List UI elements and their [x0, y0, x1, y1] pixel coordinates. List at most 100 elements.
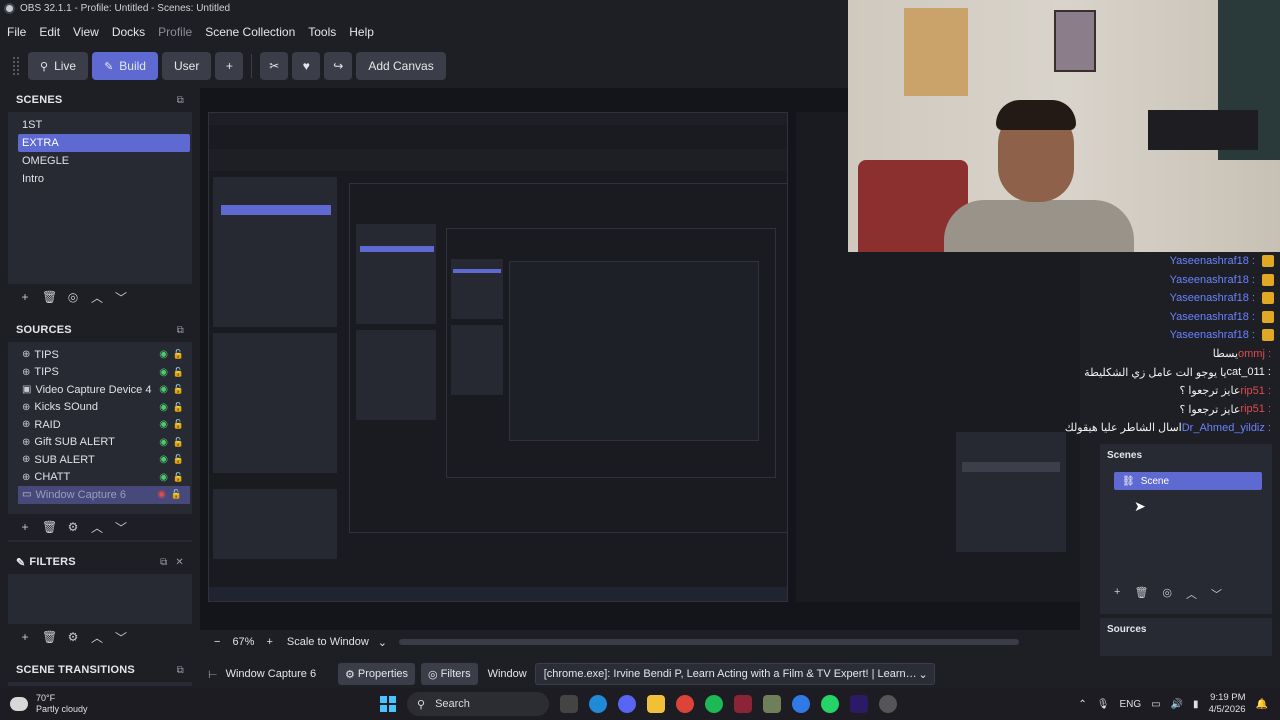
live-button[interactable]: ⚲ Live [28, 52, 89, 80]
horizontal-scrollbar[interactable] [398, 639, 1019, 645]
volume-icon[interactable]: 🔊 [1171, 699, 1183, 710]
source-item-selected[interactable]: ▭ Window Capture 6 ◉ 🔓 [18, 486, 190, 504]
add-filter-button[interactable]: + [18, 630, 32, 644]
zoom-in-button[interactable]: + [260, 636, 278, 648]
discord-icon[interactable] [618, 695, 636, 713]
lock-icon[interactable]: 🔓 [173, 472, 184, 483]
battery-icon[interactable]: ▮ [1193, 699, 1199, 710]
menu-docks[interactable]: Docks [106, 25, 151, 39]
user-button[interactable]: User [161, 52, 212, 80]
source-properties-button[interactable]: ⚙ [66, 520, 80, 534]
lock-icon[interactable]: 🔓 [173, 367, 184, 378]
scene-item[interactable]: 1ST [8, 116, 192, 134]
browser-icon[interactable] [792, 695, 810, 713]
remove-scene-button[interactable]: 🗑 [1134, 586, 1148, 602]
source-item[interactable]: ⊕ TIPS ◉ 🔓 [8, 346, 192, 364]
move-down-button[interactable]: ﹀ [114, 629, 128, 646]
visibility-icon[interactable]: ◉ [159, 367, 168, 378]
remove-scene-button[interactable]: 🗑 [42, 290, 57, 304]
visibility-icon[interactable]: ◉ [159, 454, 168, 465]
lock-icon[interactable]: 🔓 [171, 489, 182, 500]
lock-icon[interactable]: 🔓 [173, 402, 184, 413]
scene-filters-button[interactable]: ◎ [1162, 586, 1172, 602]
visibility-icon[interactable]: ◉ [159, 349, 168, 360]
obs-icon[interactable] [879, 695, 897, 713]
share-button[interactable]: ↪ [324, 52, 353, 80]
chevron-up-icon[interactable]: ⌃ [1078, 699, 1086, 710]
visibility-icon[interactable]: ◉ [157, 489, 166, 500]
float-icon[interactable]: ⧉ [177, 665, 184, 676]
zoom-out-button[interactable]: − [208, 636, 226, 648]
whatsapp-icon[interactable] [821, 695, 839, 713]
notification-icon[interactable]: 🔔 [1256, 699, 1268, 710]
tools-button[interactable]: ✂ [260, 52, 289, 80]
premiere-icon[interactable] [850, 695, 868, 713]
favorite-button[interactable]: ♥ [292, 52, 321, 80]
source-item[interactable]: ▣ Video Capture Device 4 ◉ 🔓 [8, 381, 192, 399]
visibility-icon[interactable]: ◉ [159, 402, 168, 413]
float-icon[interactable]: ⧉ [177, 95, 184, 106]
add-scene-button[interactable]: + [18, 290, 32, 304]
add-canvas-button[interactable]: Add Canvas [356, 52, 446, 80]
add-source-button[interactable]: + [18, 520, 32, 534]
move-down-button[interactable]: ﹀ [114, 519, 128, 536]
clock[interactable]: 9:19 PM 4/5/2026 [1209, 692, 1246, 716]
scene-item-selected[interactable]: EXTRA [18, 134, 190, 152]
spotify-icon[interactable] [705, 695, 723, 713]
move-up-button[interactable]: ︿ [90, 629, 104, 646]
visibility-icon[interactable]: ◉ [159, 472, 168, 483]
visibility-icon[interactable]: ◉ [159, 437, 168, 448]
lock-icon[interactable]: 🔓 [173, 437, 184, 448]
move-down-button[interactable]: ﹀ [114, 289, 128, 306]
move-up-button[interactable]: ︿ [1186, 586, 1197, 602]
lock-icon[interactable]: 🔓 [173, 454, 184, 465]
float-icon[interactable]: ⧉ [160, 557, 167, 568]
filters-button[interactable]: ◎ Filters [421, 663, 478, 685]
right-scene-item[interactable]: ⛓ Scene [1114, 472, 1262, 490]
taskbar-search[interactable]: ⚲ Search [407, 692, 549, 716]
menu-scene-collection[interactable]: Scene Collection [199, 25, 301, 39]
lock-icon[interactable]: 🔓 [173, 384, 184, 395]
visibility-icon[interactable]: ◉ [159, 384, 168, 395]
menu-view[interactable]: View [67, 25, 105, 39]
app-icon[interactable] [734, 695, 752, 713]
source-item[interactable]: ⊕ RAID ◉ 🔓 [8, 416, 192, 434]
scale-mode-select[interactable]: Scale to Window ⌄ [287, 636, 387, 649]
menu-help[interactable]: Help [343, 25, 380, 39]
add-mode-button[interactable]: + [215, 52, 244, 80]
scene-item[interactable]: Intro [8, 170, 192, 188]
scene-item[interactable]: OMEGLE [8, 152, 192, 170]
add-scene-button[interactable]: + [1114, 586, 1120, 602]
language-indicator[interactable]: ENG [1119, 699, 1141, 710]
menu-profile[interactable]: Profile [152, 25, 198, 39]
source-item[interactable]: ⊕ SUB ALERT ◉ 🔓 [8, 451, 192, 469]
menu-file[interactable]: File [1, 25, 32, 39]
edge-icon[interactable] [589, 695, 607, 713]
move-up-button[interactable]: ︿ [90, 289, 104, 306]
source-item[interactable]: ⊕ CHATT ◉ 🔓 [8, 469, 192, 487]
source-item[interactable]: ⊕ TIPS ◉ 🔓 [8, 364, 192, 382]
windows-start-icon[interactable] [380, 696, 396, 712]
menu-tools[interactable]: Tools [302, 25, 342, 39]
source-item[interactable]: ⊕ Kicks SOund ◉ 🔓 [8, 399, 192, 417]
menu-edit[interactable]: Edit [33, 25, 66, 39]
filter-settings-button[interactable]: ⚙ [66, 630, 80, 644]
lock-icon[interactable]: 🔓 [173, 349, 184, 360]
build-button[interactable]: ✎ Build [92, 52, 158, 80]
properties-button[interactable]: ⚙ Properties [338, 663, 416, 685]
move-down-button[interactable]: ﹀ [1211, 586, 1222, 602]
weather-widget[interactable]: 70°F Partly cloudy [0, 693, 200, 715]
network-icon[interactable]: ▭ [1151, 699, 1160, 710]
float-icon[interactable]: ⧉ [177, 325, 184, 336]
toolbar-grip-icon[interactable] [12, 56, 20, 76]
microphone-icon[interactable]: 🎙 [1097, 699, 1110, 710]
remove-filter-button[interactable]: 🗑 [42, 630, 57, 644]
visibility-icon[interactable]: ◉ [159, 419, 168, 430]
source-item[interactable]: ⊕ Gift SUB ALERT ◉ 🔓 [8, 434, 192, 452]
scene-filters-button[interactable]: ◎ [66, 290, 80, 304]
folder-icon[interactable] [647, 695, 665, 713]
chrome-icon[interactable] [676, 695, 694, 713]
task-view-icon[interactable] [560, 695, 578, 713]
lock-icon[interactable]: 🔓 [173, 419, 184, 430]
remove-source-button[interactable]: 🗑 [42, 520, 57, 534]
